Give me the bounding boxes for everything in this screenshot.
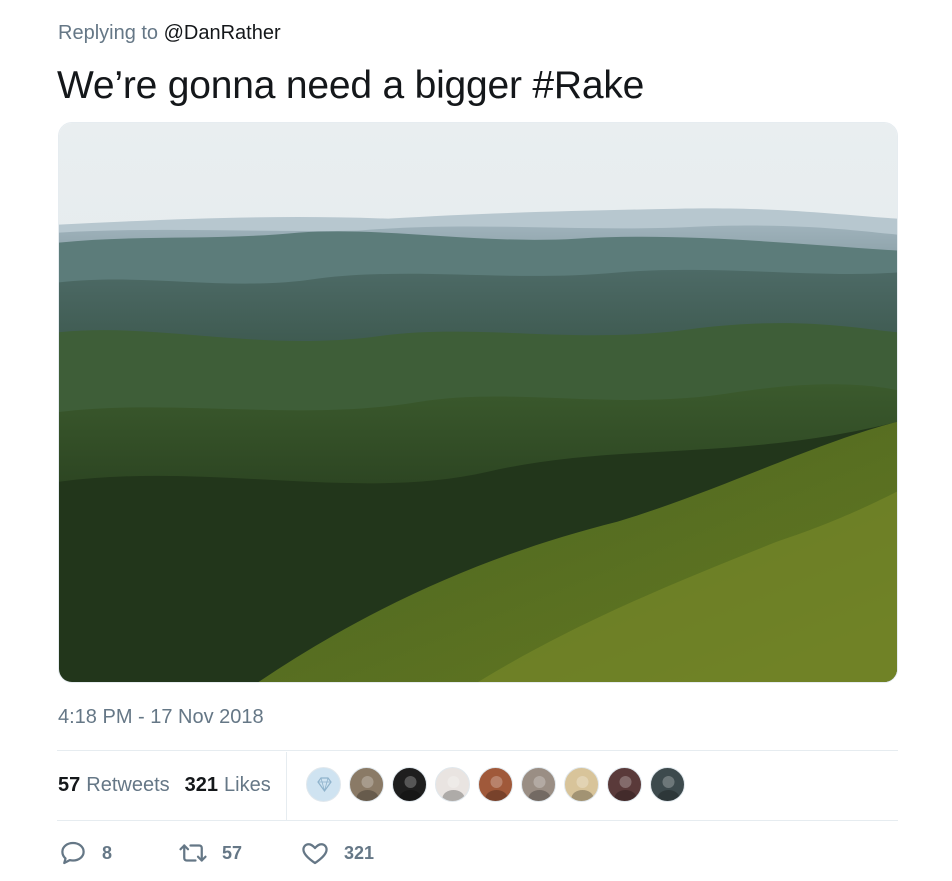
diamond-icon	[317, 777, 332, 793]
divider-bottom	[57, 820, 898, 821]
avatar-user-2[interactable]	[349, 767, 384, 802]
avatar-diamond-logo[interactable]	[306, 767, 341, 802]
retweet-icon	[179, 844, 207, 862]
likes-stat-count: 321	[184, 774, 218, 796]
reply-icon	[61, 841, 85, 865]
tweet-stats: 57 Retweets 321 Likes	[58, 774, 271, 797]
person-silhouette-icon	[442, 776, 465, 801]
avatar-user-5[interactable]	[478, 767, 513, 802]
tweet-timestamp[interactable]: 4:18 PM - 17 Nov 2018	[58, 706, 264, 729]
reply-action[interactable]: 8	[58, 838, 178, 868]
retweets-stat-label: Retweets	[86, 774, 170, 796]
forest-landscape-image	[59, 123, 897, 682]
likes-stat[interactable]: 321 Likes	[185, 774, 271, 797]
reply-count: 8	[102, 842, 113, 863]
retweets-stat[interactable]: 57 Retweets	[58, 774, 170, 797]
avatar-user-3[interactable]	[392, 767, 427, 802]
person-silhouette-icon	[485, 776, 508, 801]
person-silhouette-icon	[356, 776, 379, 801]
liker-avatars	[306, 767, 685, 802]
tweet-photo[interactable]	[58, 122, 898, 683]
person-silhouette-icon	[571, 776, 594, 801]
person-silhouette-icon	[657, 776, 680, 801]
retweet-count: 57	[222, 842, 243, 863]
avatar-user-9[interactable]	[650, 767, 685, 802]
replying-to-prefix: Replying to	[58, 22, 159, 44]
heart-icon	[302, 843, 328, 865]
replying-to: Replying to @DanRather	[58, 22, 281, 45]
avatar-user-8[interactable]	[607, 767, 642, 802]
tweet-text: We’re gonna need a bigger #Rake	[57, 64, 645, 107]
divider-top	[57, 750, 898, 751]
person-silhouette-icon	[614, 776, 637, 801]
avatar-user-6[interactable]	[521, 767, 556, 802]
like-action[interactable]: 321	[300, 838, 420, 868]
retweets-stat-count: 57	[58, 774, 81, 796]
stats-separator	[286, 752, 287, 820]
person-silhouette-icon	[528, 776, 551, 801]
person-silhouette-icon	[399, 776, 422, 801]
tweet-actions: 8 57 321	[58, 838, 420, 868]
avatar-user-4[interactable]	[435, 767, 470, 802]
replied-user-link[interactable]: @DanRather	[164, 22, 281, 44]
likes-stat-label: Likes	[224, 774, 271, 796]
retweet-action[interactable]: 57	[178, 838, 300, 868]
like-count: 321	[344, 842, 375, 863]
avatar-user-7[interactable]	[564, 767, 599, 802]
